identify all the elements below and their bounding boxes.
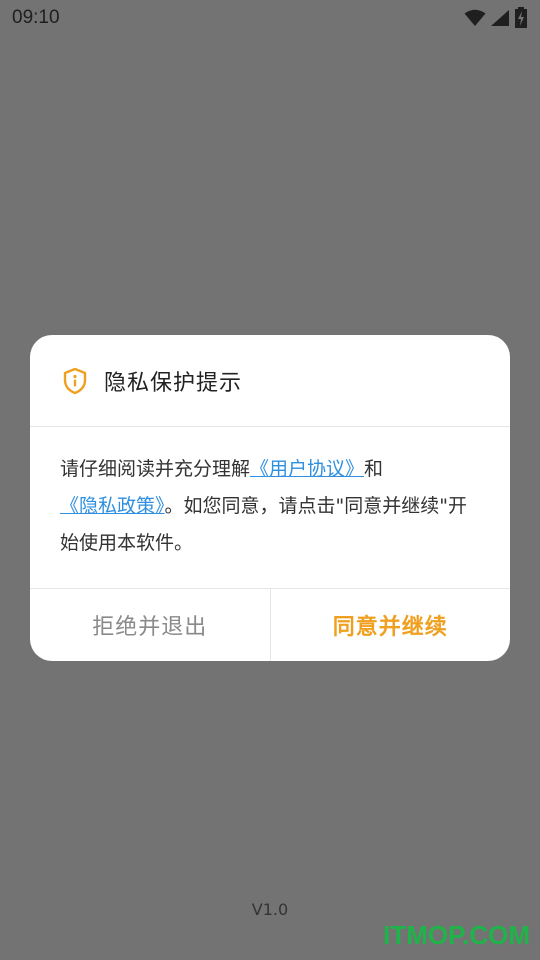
agree-and-continue-button[interactable]: 同意并继续 (271, 589, 511, 661)
message-and: 和 (364, 458, 384, 480)
dialog-title: 隐私保护提示 (104, 370, 243, 396)
user-agreement-link[interactable]: 《用户协议》 (250, 458, 364, 480)
dialog-message: 请仔细阅读并充分理解《用户协议》和 《隐私政策》。如您同意，请点击"同意并继续"开… (30, 427, 510, 589)
wifi-icon (464, 9, 486, 26)
dialog-actions: 拒绝并退出 同意并继续 (30, 589, 510, 661)
privacy-dialog: 隐私保护提示 请仔细阅读并充分理解《用户协议》和 《隐私政策》。如您同意，请点击"… (30, 335, 510, 661)
status-bar: 09:10 (0, 0, 540, 36)
version-label: V1.0 (251, 900, 289, 919)
battery-charging-icon (515, 7, 527, 28)
shield-info-icon (63, 367, 87, 394)
reject-and-exit-button[interactable]: 拒绝并退出 (30, 589, 271, 661)
dialog-header: 隐私保护提示 (30, 335, 510, 427)
status-icons (464, 7, 528, 29)
signal-icon (491, 10, 509, 26)
privacy-policy-link[interactable]: 《隐私政策》 (60, 495, 165, 517)
watermark: ITMOP.COM (383, 920, 530, 950)
message-prefix: 请仔细阅读并充分理解 (60, 458, 251, 480)
status-time: 09:10 (12, 7, 60, 28)
